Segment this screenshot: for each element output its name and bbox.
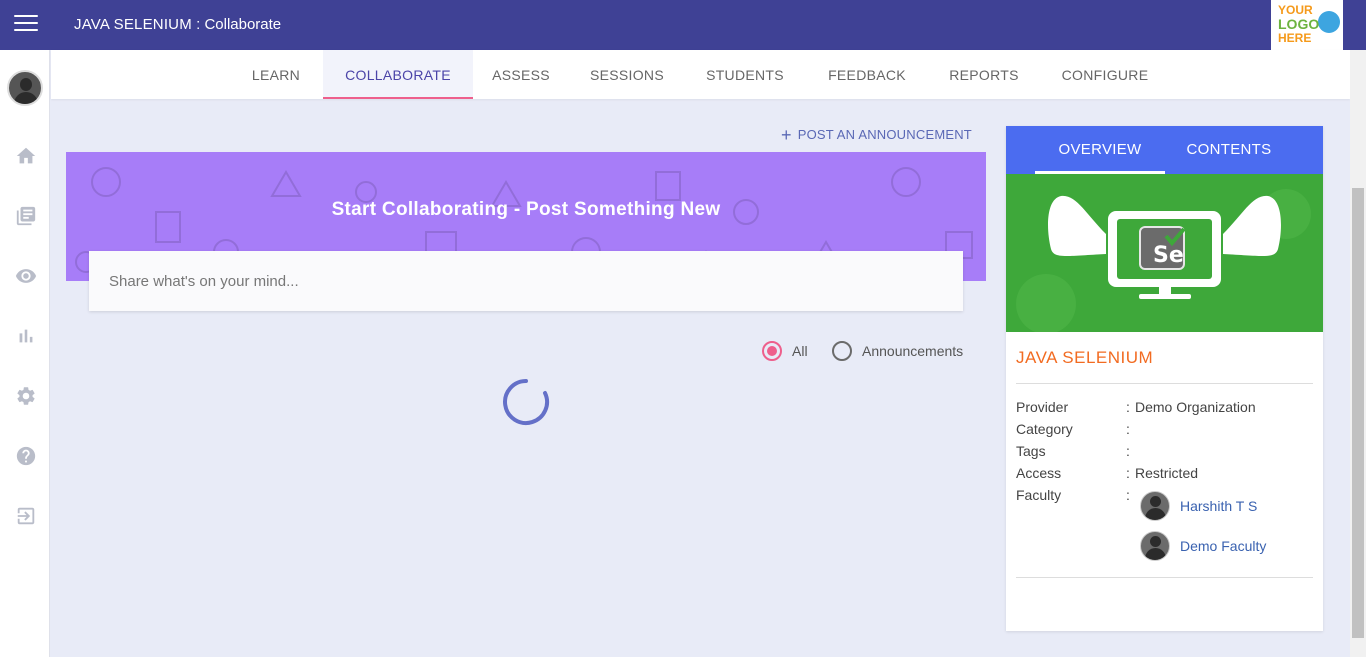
course-title: JAVA SELENIUM: [74, 16, 192, 33]
menu-icon[interactable]: [14, 15, 38, 35]
faculty-name[interactable]: Demo Faculty: [1180, 538, 1266, 554]
selenium-monitor-icon: Se: [1016, 189, 1311, 332]
radio-ring: [832, 341, 852, 361]
banner-title: Start Collaborating - Post Something New: [331, 199, 721, 220]
top-bar: JAVA SELENIUM : Collaborate YOUR LOGO HE…: [0, 0, 1366, 50]
info-value: Demo Organization: [1135, 399, 1256, 415]
brand-logo: YOUR LOGO HERE: [1271, 0, 1343, 50]
title-separator: :: [191, 16, 205, 33]
filter-all-label: All: [792, 343, 808, 359]
course-tabs: LEARN COLLABORATE ASSESS SESSIONS STUDEN…: [51, 50, 1350, 99]
tab-contents[interactable]: CONTENTS: [1169, 126, 1289, 174]
post-announcement-button[interactable]: + POST AN ANNOUNCEMENT: [781, 125, 972, 146]
user-avatar[interactable]: [7, 70, 43, 106]
logo-line-1: YOUR: [1278, 3, 1313, 17]
gear-icon[interactable]: [15, 385, 37, 407]
tab-collaborate[interactable]: COLLABORATE: [323, 50, 473, 99]
home-icon[interactable]: [15, 145, 37, 167]
faculty-avatar: [1140, 531, 1170, 561]
loading-spinner-icon: [503, 379, 549, 425]
divider: [1016, 383, 1313, 384]
course-image: Se: [1006, 174, 1323, 332]
tab-students[interactable]: STUDENTS: [699, 50, 791, 99]
filter-announcements-label: Announcements: [862, 343, 964, 359]
se-badge-text: Se: [1153, 243, 1184, 268]
plus-icon: +: [781, 125, 792, 145]
info-label: Provider: [1016, 399, 1069, 415]
tab-overview[interactable]: OVERVIEW: [1035, 126, 1165, 174]
info-value: Restricted: [1135, 465, 1199, 481]
tab-feedback[interactable]: FEEDBACK: [821, 50, 913, 99]
divider: [1016, 577, 1313, 578]
faculty-avatar: [1140, 491, 1170, 521]
post-announcement-label: POST AN ANNOUNCEMENT: [797, 127, 972, 142]
page-title: JAVA SELENIUM : Collaborate: [74, 16, 281, 33]
tab-sessions[interactable]: SESSIONS: [585, 50, 669, 99]
info-label: Category: [1016, 421, 1073, 437]
course-overview-card: OVERVIEW CONTENTS Se JAVA SELENIUM Provi…: [1006, 126, 1323, 631]
info-label: Tags: [1016, 443, 1046, 459]
info-label: Access: [1016, 465, 1062, 481]
tab-assess[interactable]: ASSESS: [487, 50, 555, 99]
logo-line-3: HERE: [1278, 31, 1312, 45]
tab-reports[interactable]: REPORTS: [943, 50, 1025, 99]
help-icon[interactable]: [15, 445, 37, 467]
bar-chart-icon[interactable]: [15, 325, 37, 347]
tab-configure[interactable]: CONFIGURE: [1055, 50, 1155, 99]
share-post-input[interactable]: [89, 251, 963, 311]
tab-learn[interactable]: LEARN: [241, 50, 311, 99]
course-name: JAVA SELENIUM: [1016, 348, 1154, 367]
left-sidebar: [0, 50, 50, 657]
card-tabs: OVERVIEW CONTENTS: [1006, 126, 1323, 174]
logo-circle: [1318, 11, 1340, 33]
section-title: Collaborate: [204, 16, 282, 33]
scrollbar-thumb[interactable]: [1352, 188, 1364, 638]
faculty-name[interactable]: Harshith T S: [1180, 498, 1257, 514]
radio-ring: [762, 341, 782, 361]
logo-line-2: LOGO: [1278, 16, 1320, 32]
logout-icon[interactable]: [15, 505, 37, 527]
info-label: Faculty: [1016, 487, 1062, 503]
eye-icon[interactable]: [15, 265, 37, 287]
library-icon[interactable]: [15, 205, 37, 227]
